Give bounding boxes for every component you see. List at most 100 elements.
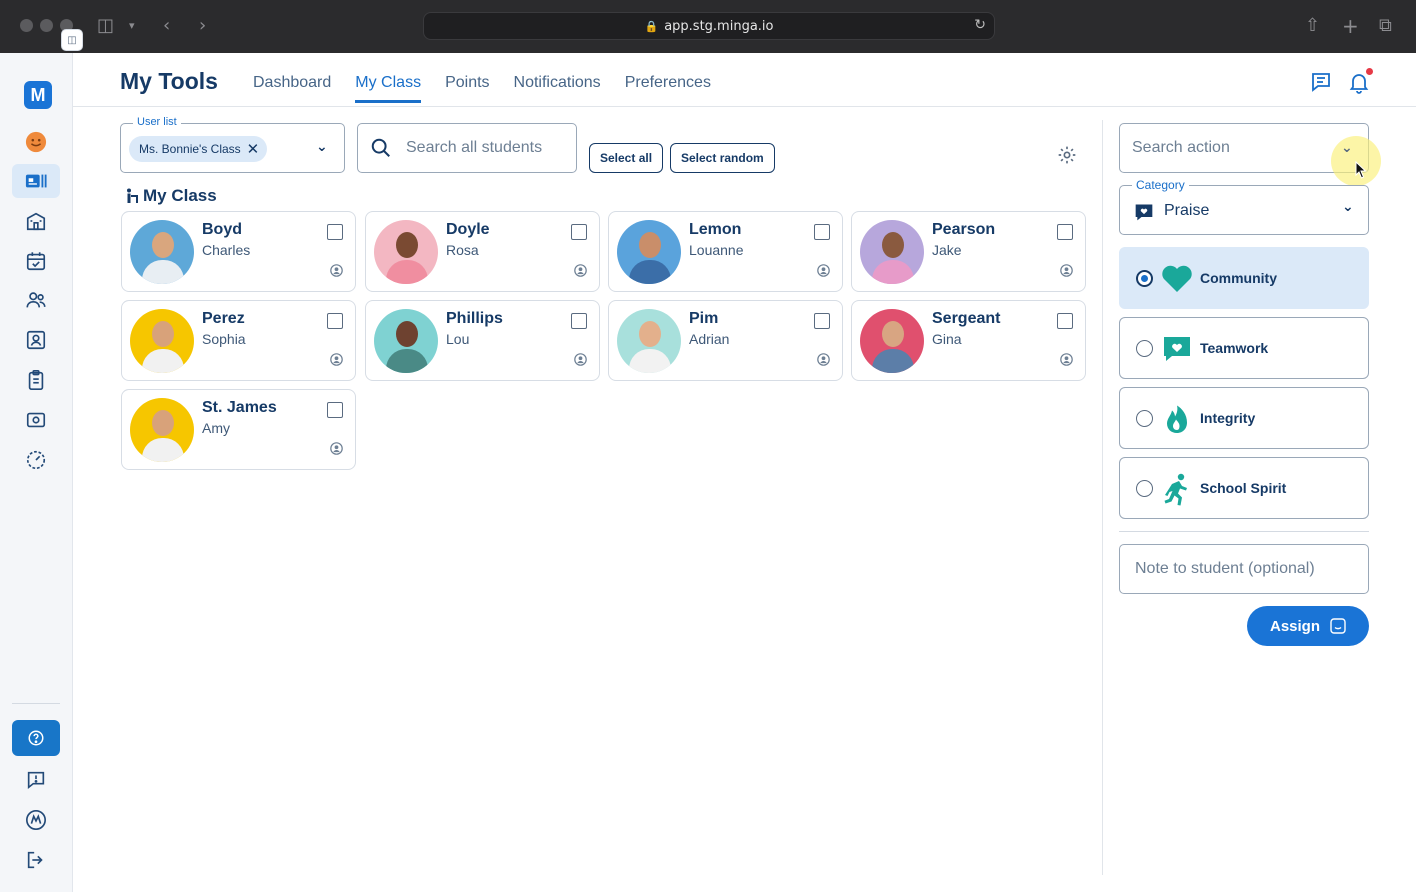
student-card[interactable]: St. James Amy: [121, 389, 356, 470]
option-label: School Spirit: [1200, 480, 1287, 496]
chevron-down-icon[interactable]: ▾: [129, 14, 135, 38]
student-last-name: Sergeant: [932, 310, 1001, 327]
school-building-icon[interactable]: [12, 204, 60, 238]
student-checkbox[interactable]: [327, 402, 343, 418]
student-first-name: Adrian: [689, 331, 730, 347]
window-minimize-button[interactable]: [40, 19, 53, 32]
student-last-name: Doyle: [446, 221, 490, 238]
note-input[interactable]: [1135, 560, 1365, 578]
calendar-check-icon[interactable]: [12, 244, 60, 278]
category-label: Category: [1132, 178, 1189, 192]
student-checkbox[interactable]: [327, 224, 343, 240]
reload-icon[interactable]: ↻: [974, 17, 986, 33]
profile-icon[interactable]: [574, 264, 587, 277]
action-option-community[interactable]: Community: [1119, 247, 1369, 309]
radio-button[interactable]: [1136, 270, 1153, 287]
tab-points[interactable]: Points: [445, 74, 489, 103]
student-last-name: Boyd: [202, 221, 242, 238]
window-close-button[interactable]: [20, 19, 33, 32]
radio-button[interactable]: [1136, 340, 1153, 357]
avatar: [130, 398, 194, 462]
student-card[interactable]: Doyle Rosa: [365, 211, 600, 292]
student-first-name: Sophia: [202, 331, 246, 347]
profile-icon[interactable]: [574, 353, 587, 366]
smiley-icon[interactable]: [12, 125, 60, 159]
profile-icon[interactable]: [1060, 264, 1073, 277]
profile-icon[interactable]: [1060, 353, 1073, 366]
radio-button[interactable]: [1136, 410, 1153, 427]
note-field[interactable]: [1119, 544, 1369, 594]
student-checkbox[interactable]: [1057, 313, 1073, 329]
share-icon[interactable]: ⇧: [1305, 14, 1320, 38]
student-last-name: Phillips: [446, 310, 503, 327]
new-tab-icon[interactable]: +: [1342, 14, 1359, 38]
profile-icon[interactable]: [817, 353, 830, 366]
question-icon: [28, 730, 44, 746]
profile-icon[interactable]: [330, 264, 343, 277]
clipboard-icon[interactable]: [12, 363, 60, 397]
user-list-select[interactable]: User list Ms. Bonnie's Class ✕ ⌄: [120, 116, 345, 173]
student-card[interactable]: Perez Sophia: [121, 300, 356, 381]
action-option-teamwork[interactable]: Teamwork: [1119, 317, 1369, 379]
close-icon[interactable]: ✕: [247, 140, 260, 158]
student-desk-icon: [127, 188, 138, 203]
student-checkbox[interactable]: [814, 224, 830, 240]
sidebar-toggle-icon[interactable]: ◫: [97, 14, 114, 38]
ticket-icon[interactable]: [12, 403, 60, 437]
tab-my-class[interactable]: My Class: [355, 74, 422, 103]
chevron-down-icon[interactable]: ⌄: [1341, 140, 1353, 156]
flame-icon: [1167, 405, 1187, 433]
student-checkbox[interactable]: [1057, 224, 1073, 240]
messages-icon[interactable]: [1309, 70, 1333, 94]
student-card[interactable]: Phillips Lou: [365, 300, 600, 381]
select-all-button[interactable]: Select all: [589, 143, 664, 173]
search-input[interactable]: [406, 139, 566, 157]
help-button[interactable]: [12, 720, 60, 756]
forward-arrow-icon[interactable]: ›: [199, 14, 206, 38]
select-random-button[interactable]: Select random: [670, 143, 775, 173]
tab-notifications[interactable]: Notifications: [514, 74, 601, 103]
assign-button[interactable]: Assign: [1247, 606, 1369, 646]
logout-icon[interactable]: [12, 843, 60, 877]
profile-icon[interactable]: [330, 442, 343, 455]
my-tools-id-card-icon[interactable]: [12, 164, 60, 198]
student-search[interactable]: [357, 123, 577, 173]
people-group-icon[interactable]: [12, 283, 60, 317]
student-checkbox[interactable]: [814, 313, 830, 329]
student-checkbox[interactable]: [327, 313, 343, 329]
student-last-name: Perez: [202, 310, 245, 327]
gear-icon[interactable]: [1057, 145, 1077, 165]
analytics-dial-icon[interactable]: [12, 443, 60, 477]
category-select[interactable]: Category Praise ⌄: [1119, 178, 1369, 235]
student-first-name: Lou: [446, 331, 470, 347]
tab-dashboard[interactable]: Dashboard: [253, 74, 331, 103]
option-label: Community: [1200, 270, 1277, 286]
student-card[interactable]: Sergeant Gina: [851, 300, 1086, 381]
radio-button[interactable]: [1136, 480, 1153, 497]
minga-logo[interactable]: M: [24, 81, 52, 109]
tabs-overview-icon[interactable]: ⧉: [1379, 14, 1392, 38]
profile-icon[interactable]: [817, 264, 830, 277]
panel-divider: [1102, 120, 1103, 875]
address-bar[interactable]: 🔒 app.stg.minga.io ↻: [423, 12, 995, 40]
student-card[interactable]: Pim Adrian: [608, 300, 843, 381]
student-checkbox[interactable]: [571, 224, 587, 240]
action-option-school-spirit[interactable]: School Spirit: [1119, 457, 1369, 519]
notification-dot: [1366, 68, 1373, 75]
feedback-icon[interactable]: [12, 763, 60, 797]
back-arrow-icon[interactable]: ‹: [163, 14, 170, 38]
action-option-integrity[interactable]: Integrity: [1119, 387, 1369, 449]
profile-icon[interactable]: [330, 353, 343, 366]
tab-preferences[interactable]: Preferences: [625, 74, 711, 103]
student-first-name: Gina: [932, 331, 962, 347]
chevron-down-icon[interactable]: ⌄: [1342, 199, 1354, 215]
student-checkbox[interactable]: [571, 313, 587, 329]
contact-card-icon[interactable]: [12, 323, 60, 357]
minga-circle-icon[interactable]: [12, 803, 60, 837]
student-card[interactable]: Lemon Louanne: [608, 211, 843, 292]
class-chip-label: Ms. Bonnie's Class: [139, 142, 241, 156]
student-card[interactable]: Boyd Charles: [121, 211, 356, 292]
student-card[interactable]: Pearson Jake: [851, 211, 1086, 292]
chevron-down-icon[interactable]: ⌄: [316, 139, 328, 155]
collapse-sidebar-button[interactable]: ◫: [61, 29, 83, 51]
